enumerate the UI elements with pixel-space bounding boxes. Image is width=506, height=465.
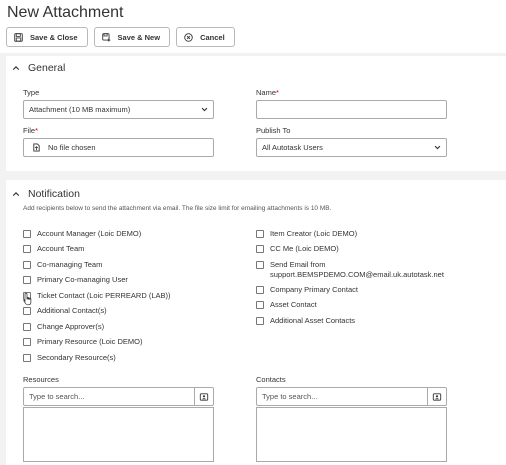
checkbox-cc-me[interactable]: CC Me (Loic DEMO) [256, 244, 339, 254]
save-new-label: Save & New [117, 32, 161, 42]
file-picker-value: No file chosen [48, 143, 96, 152]
file-label: File* [23, 126, 39, 135]
checkbox[interactable] [23, 275, 31, 284]
save-icon [14, 32, 23, 42]
checkbox-additional-contacts[interactable]: Additional Contact(s) [23, 306, 107, 316]
checkbox-account-manager[interactable]: Account Manager (Loic DEMO) [23, 229, 141, 239]
page-title: New Attachment [7, 4, 124, 21]
chevron-down-icon [201, 107, 208, 112]
toolbar: Save & Close Save & New Cancel [6, 27, 235, 47]
chevron-down-icon [434, 145, 441, 150]
resources-label: Resources [23, 375, 59, 384]
checkbox[interactable] [256, 316, 264, 325]
resources-list[interactable] [23, 407, 214, 462]
save-new-button[interactable]: Save & New [93, 27, 171, 47]
checkbox[interactable] [256, 244, 264, 253]
checkbox[interactable] [23, 322, 31, 331]
checkbox[interactable] [23, 306, 31, 315]
cancel-button[interactable]: Cancel [176, 27, 235, 47]
checkbox-ticket-contact[interactable]: Ticket Contact (Loic PERREARD (LAB)) [23, 291, 171, 301]
contacts-list[interactable] [256, 407, 447, 462]
contacts-picker-button[interactable] [427, 388, 446, 405]
required-marker: * [276, 88, 279, 97]
send-email-from-label: Send Email from [270, 260, 326, 269]
save-close-label: Save & Close [30, 32, 78, 42]
chevron-up-icon [12, 192, 20, 196]
checkbox[interactable] [23, 260, 31, 269]
name-label: Name* [256, 88, 279, 97]
save-close-button[interactable]: Save & Close [6, 27, 88, 47]
checkbox[interactable] [256, 285, 264, 294]
checkbox[interactable] [23, 229, 31, 238]
file-picker[interactable]: No file chosen [23, 138, 214, 157]
checkbox-primary-resource[interactable]: Primary Resource (Loic DEMO) [23, 337, 142, 347]
cancel-icon [184, 32, 193, 42]
type-select-value: Attachment (10 MB maximum) [29, 105, 131, 114]
hand-cursor-icon [23, 292, 32, 306]
checkbox[interactable] [256, 260, 264, 269]
resources-search-input[interactable] [24, 392, 194, 401]
checkbox-company-primary-contact[interactable]: Company Primary Contact [256, 285, 358, 295]
general-section-header[interactable]: General [12, 62, 65, 74]
publish-to-label: Publish To [256, 126, 291, 135]
send-email-address: support.BEMSPDEMO.COM@email.uk.autotask.… [270, 269, 444, 279]
contacts-search [256, 387, 447, 406]
checkbox-send-email-from[interactable]: Send Email from support.BEMSPDEMO.COM@ema… [256, 260, 444, 279]
resources-search [23, 387, 214, 406]
file-upload-icon [33, 143, 40, 152]
notification-hint: Add recipients below to send the attachm… [23, 205, 332, 212]
checkbox-additional-asset-contacts[interactable]: Additional Asset Contacts [256, 316, 355, 326]
address-book-icon [199, 392, 209, 401]
type-label: Type [23, 88, 40, 97]
checkbox[interactable] [256, 300, 264, 309]
contacts-search-input[interactable] [257, 392, 427, 401]
checkbox-primary-co-managing-user[interactable]: Primary Co-managing User [23, 275, 128, 285]
publish-to-select[interactable]: All Autotask Users [256, 138, 447, 157]
checkbox[interactable] [256, 229, 264, 238]
general-section-title: General [28, 62, 66, 74]
notification-section-title: Notification [28, 188, 80, 200]
checkbox-secondary-resources[interactable]: Secondary Resource(s) [23, 353, 116, 363]
notification-section-header[interactable]: Notification [12, 188, 80, 200]
checkbox[interactable] [23, 244, 31, 253]
name-input[interactable] [256, 100, 447, 119]
checkbox-account-team[interactable]: Account Team [23, 244, 84, 254]
checkbox[interactable] [23, 337, 31, 346]
checkbox-item-creator[interactable]: Item Creator (Loic DEMO) [256, 229, 357, 239]
checkbox-change-approvers[interactable]: Change Approver(s) [23, 322, 104, 332]
publish-to-value: All Autotask Users [262, 143, 323, 152]
checkbox-asset-contact[interactable]: Asset Contact [256, 300, 317, 310]
save-new-icon [101, 32, 110, 42]
address-book-icon [432, 392, 442, 401]
required-marker: * [35, 126, 39, 135]
resources-picker-button[interactable] [194, 388, 213, 405]
type-select[interactable]: Attachment (10 MB maximum) [23, 100, 214, 119]
contacts-label: Contacts [256, 375, 286, 384]
cancel-label: Cancel [200, 32, 225, 42]
checkbox-co-managing-team[interactable]: Co-managing Team [23, 260, 102, 270]
checkbox[interactable] [23, 353, 31, 362]
chevron-up-icon [12, 66, 20, 70]
